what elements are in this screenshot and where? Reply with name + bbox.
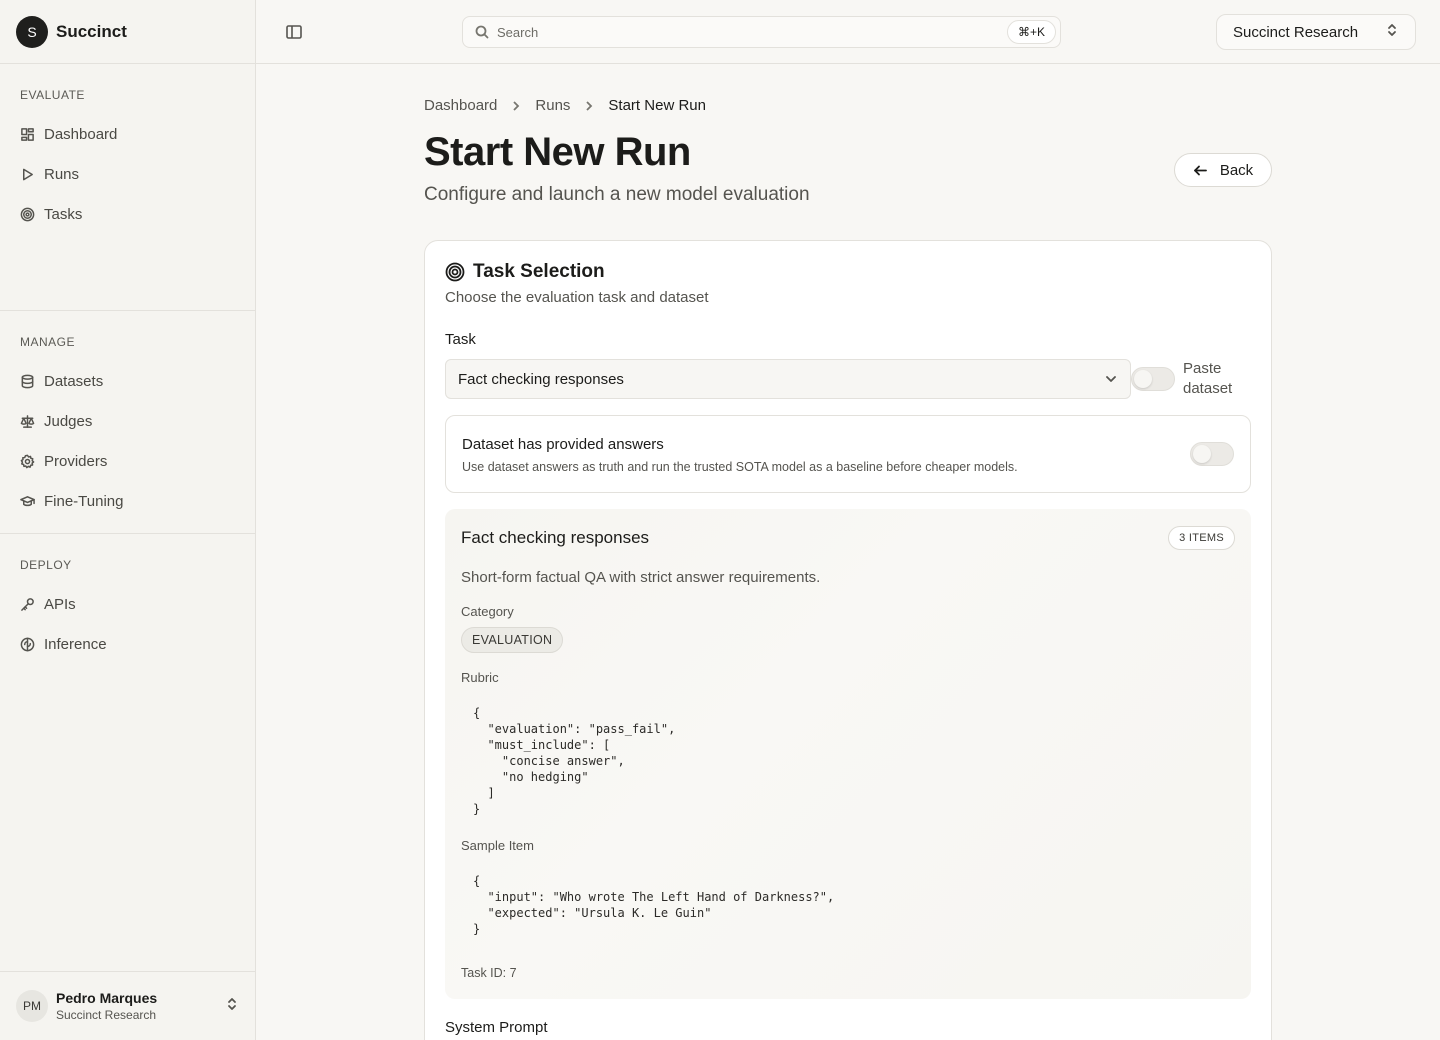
play-icon [23, 168, 33, 180]
user-org: Succinct Research [56, 1008, 157, 1022]
chevrons-up-down-icon [225, 997, 239, 1016]
back-button-label: Back [1219, 161, 1254, 179]
topbar: ⌘+K Succinct Research [256, 0, 1440, 64]
sidebar-item-tasks[interactable]: Tasks [0, 194, 255, 234]
search-input[interactable] [497, 24, 1007, 40]
brain-icon [20, 637, 35, 651]
target-icon [445, 262, 465, 282]
sidebar-item-dashboard[interactable]: Dashboard [0, 114, 255, 154]
key-icon [21, 597, 34, 611]
sidebar-item-inference[interactable]: Inference [0, 624, 255, 664]
rubric-label: Rubric [461, 670, 499, 685]
provided-answers-box: Dataset has provided answers Use dataset… [445, 415, 1251, 493]
user-menu[interactable]: PM Pedro Marques Succinct Research [0, 971, 255, 1040]
sidebar: S Succinct EVALUATE Dashboard Runs Tasks… [0, 0, 256, 1040]
category-label: Category [461, 604, 514, 619]
sidebar-item-fine-tuning[interactable]: Fine-Tuning [0, 481, 255, 521]
provided-answers-description: Use dataset answers as truth and run the… [462, 460, 1018, 474]
task-id: Task ID: 7 [461, 966, 517, 980]
task-details-panel: Fact checking responses 3 ITEMS Short-fo… [445, 509, 1251, 999]
category-chip: EVALUATION [461, 627, 564, 653]
gear-icon [20, 454, 35, 468]
task-selection-card: Task Selection Choose the evaluation tas… [424, 240, 1272, 1040]
paste-dataset-toggle[interactable] [1131, 367, 1175, 391]
task-select-value: Fact checking responses [458, 370, 624, 388]
rubric-code: { "evaluation": "pass_fail", "must_inclu… [473, 706, 676, 816]
sample-item-label: Sample Item [461, 838, 534, 853]
brand[interactable]: S Succinct [0, 0, 255, 64]
search-icon [475, 25, 489, 39]
database-icon [21, 374, 34, 388]
chevron-right-icon [497, 99, 535, 113]
sidebar-item-label: Providers [44, 452, 108, 470]
chevrons-up-down-icon [1385, 23, 1399, 41]
nav-heading: EVALUATE [20, 88, 85, 102]
task-select[interactable]: Fact checking responses [445, 359, 1131, 399]
breadcrumb-current: Start New Run [608, 97, 706, 114]
page-subtitle: Configure and launch a new model evaluat… [424, 184, 810, 205]
task-field-label: Task [445, 331, 476, 348]
provided-answers-title: Dataset has provided answers [462, 436, 664, 453]
user-name: Pedro Marques [56, 990, 158, 1006]
system-prompt-label: System Prompt [445, 1019, 548, 1036]
sidebar-item-label: Tasks [44, 205, 83, 223]
user-info: Pedro Marques Succinct Research [56, 990, 225, 1022]
nav-section-manage: MANAGE Datasets Judges Providers Fine-Tu… [0, 311, 255, 534]
paste-dataset-control: Paste dataset [1131, 359, 1243, 399]
card-header: Task Selection [445, 261, 605, 283]
sidebar-toggle-button[interactable] [284, 22, 304, 42]
brand-name: Succinct [56, 21, 127, 41]
breadcrumb-dashboard[interactable]: Dashboard [424, 97, 497, 114]
page-title: Start New Run [424, 130, 691, 174]
org-selector-label: Succinct Research [1233, 23, 1359, 41]
provided-answers-toggle[interactable] [1190, 442, 1234, 466]
item-count-badge: 3 ITEMS [1168, 526, 1235, 550]
sidebar-item-label: APIs [44, 595, 76, 613]
sidebar-item-label: Runs [44, 165, 80, 183]
paste-dataset-label: Paste dataset [1183, 360, 1233, 397]
breadcrumb-runs[interactable]: Runs [535, 97, 570, 114]
graduation-cap-icon [20, 495, 35, 506]
nav-heading: MANAGE [20, 335, 76, 349]
task-details-title: Fact checking responses [461, 528, 650, 547]
sidebar-item-providers[interactable]: Providers [0, 441, 255, 481]
search-bar: ⌘+K [462, 16, 1061, 48]
sidebar-item-datasets[interactable]: Datasets [0, 361, 255, 401]
card-subtitle: Choose the evaluation task and dataset [445, 289, 709, 306]
sidebar-item-label: Datasets [44, 372, 104, 390]
sidebar-item-label: Inference [44, 635, 107, 653]
nav-section-evaluate: EVALUATE Dashboard Runs Tasks [0, 64, 255, 311]
dashboard-icon [21, 127, 34, 141]
sidebar-item-apis[interactable]: APIs [0, 584, 255, 624]
org-selector[interactable]: Succinct Research [1216, 14, 1416, 50]
sidebar-item-label: Dashboard [44, 125, 118, 143]
chevron-right-icon [570, 99, 608, 113]
sidebar-item-runs[interactable]: Runs [0, 154, 255, 194]
sample-item-code: { "input": "Who wrote The Left Hand of D… [473, 874, 835, 936]
arrow-left-icon [1193, 165, 1207, 175]
scale-icon [20, 414, 35, 428]
target-icon [20, 207, 35, 221]
sidebar-item-label: Fine-Tuning [44, 492, 124, 510]
main-content: Dashboard Runs Start New Run Start New R… [256, 64, 1440, 1040]
breadcrumb: Dashboard Runs Start New Run [424, 97, 706, 114]
panel-left-icon [286, 25, 302, 39]
search-shortcut-badge: ⌘+K [1006, 20, 1056, 44]
card-title: Task Selection [473, 261, 605, 282]
back-button[interactable]: Back [1174, 153, 1272, 187]
brand-logo: S [16, 15, 48, 48]
task-details-description: Short-form factual QA with strict answer… [461, 569, 821, 586]
avatar: PM [16, 990, 48, 1022]
nav-heading: DEPLOY [20, 558, 72, 572]
nav-section-deploy: DEPLOY APIs Inference [0, 534, 255, 678]
sidebar-item-label: Judges [44, 412, 93, 430]
sidebar-item-judges[interactable]: Judges [0, 401, 255, 441]
chevron-down-icon [1106, 376, 1116, 382]
